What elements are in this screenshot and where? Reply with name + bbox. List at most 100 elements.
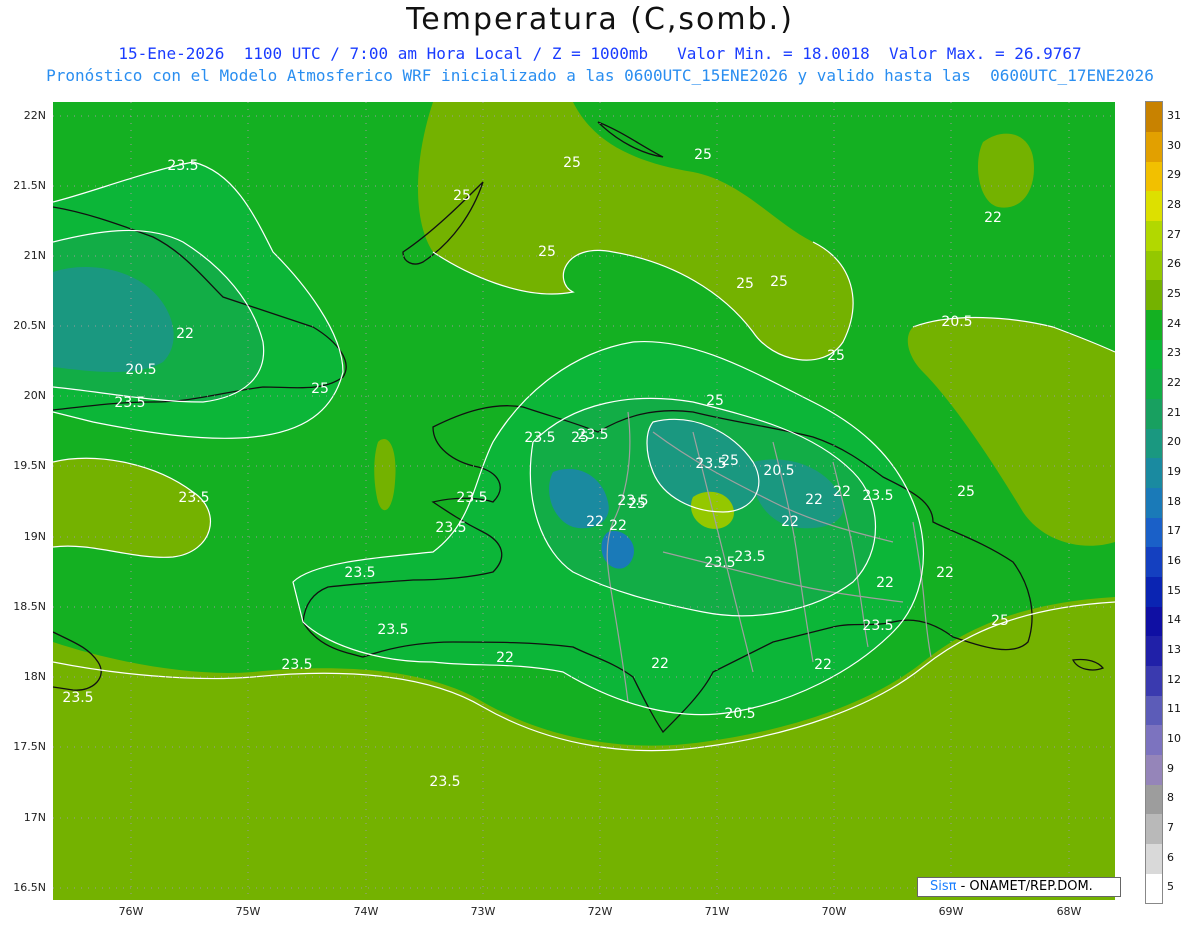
colorbar-cell xyxy=(1146,843,1162,874)
latitude-label: 17.5N xyxy=(13,740,46,753)
colorbar-level-label: 25 xyxy=(1167,286,1181,300)
contour-label: 25 xyxy=(571,430,589,446)
latitude-label: 18N xyxy=(23,670,46,683)
colorbar-level-label: 8 xyxy=(1167,791,1174,805)
latitude-label: 20.5N xyxy=(13,319,46,332)
contour-label: 23.5 xyxy=(704,555,735,571)
colorbar-level-label: 16 xyxy=(1167,553,1181,567)
longitude-label: 71W xyxy=(704,905,730,918)
colorbar-cell xyxy=(1146,369,1162,400)
longitude-label: 74W xyxy=(353,905,379,918)
contour-label: 23.5 xyxy=(862,618,893,634)
contour-label: 25 xyxy=(538,244,556,260)
colorbar-cell xyxy=(1146,339,1162,370)
contour-label: 22 xyxy=(586,514,604,530)
field-25-turks xyxy=(978,133,1034,208)
contour-label: 22 xyxy=(609,518,627,534)
longitude-label: 69W xyxy=(938,905,964,918)
latitude-label: 21N xyxy=(23,249,46,262)
longitude-label: 68W xyxy=(1056,905,1082,918)
colorbar-level-label: 5 xyxy=(1167,880,1174,894)
contour-label: 20.5 xyxy=(125,362,156,378)
credit-text: - ONAMET/REP.DOM. xyxy=(956,879,1093,894)
contour-label: 22 xyxy=(651,656,669,672)
contour-label: 25 xyxy=(628,496,646,512)
latitude-label: 18.5N xyxy=(13,600,46,613)
contour-label: 25 xyxy=(770,274,788,290)
colorbar-level-label: 7 xyxy=(1167,820,1174,834)
temperature-map: 23.5 2520.52223.52525252525 25252220.523.5… xyxy=(53,102,1115,900)
colorbar-level-label: 10 xyxy=(1167,731,1181,745)
contour-label: 23.5 xyxy=(377,622,408,638)
colorbar-cell xyxy=(1146,161,1162,192)
credit-brand: Sisπ xyxy=(930,879,957,894)
longitude-label: 72W xyxy=(587,905,613,918)
colorbar-cell xyxy=(1146,309,1162,340)
contour-label: 22 xyxy=(984,210,1002,226)
colorbar-level-label: 12 xyxy=(1167,672,1181,686)
contour-label: 25 xyxy=(736,276,754,292)
colorbar-cell xyxy=(1146,220,1162,251)
colorbar-level-label: 27 xyxy=(1167,227,1181,241)
contour-label: 25 xyxy=(694,147,712,163)
colorbar-level-label: 30 xyxy=(1167,138,1181,152)
colorbar-level-label: 19 xyxy=(1167,464,1181,478)
colorbar-cell xyxy=(1146,428,1162,459)
subtitle-valid-time: 15-Ene-2026 1100 UTC / 7:00 am Hora Loca… xyxy=(118,44,1082,63)
colorbar-level-label: 18 xyxy=(1167,494,1181,508)
colorbar-cell xyxy=(1146,250,1162,281)
contour-label: 23.5 xyxy=(435,520,466,536)
contour-label: 22 xyxy=(833,484,851,500)
colorbar-cell xyxy=(1146,458,1162,489)
colorbar-cell xyxy=(1146,576,1162,607)
map-title: Temperatura (C,somb.) xyxy=(406,2,794,37)
longitude-label: 70W xyxy=(821,905,847,918)
contour-label: 25 xyxy=(311,381,329,397)
colorbar-level-label: 22 xyxy=(1167,375,1181,389)
contour-label: 20.5 xyxy=(763,463,794,479)
colorbar-cell xyxy=(1146,754,1162,785)
colorbar-level-label: 23 xyxy=(1167,346,1181,360)
contour-label: 23.5 xyxy=(281,657,312,673)
contour-label: 25 xyxy=(563,155,581,171)
colorbar-cell xyxy=(1146,131,1162,162)
latitude-label: 16.5N xyxy=(13,881,46,894)
colorbar-level-label: 28 xyxy=(1167,197,1181,211)
colorbar-cell xyxy=(1146,547,1162,578)
contour-label: 25 xyxy=(721,453,739,469)
contour-label: 23.5 xyxy=(862,488,893,504)
colorbar-level-label: 26 xyxy=(1167,257,1181,271)
colorbar-cell xyxy=(1146,873,1162,904)
contour-label: 25 xyxy=(991,613,1009,629)
contour-label: 23.5 xyxy=(178,490,209,506)
latitude-label: 19.5N xyxy=(13,459,46,472)
contour-label: 23.5 xyxy=(734,549,765,565)
colorbar-level-label: 21 xyxy=(1167,405,1181,419)
colorbar-cell xyxy=(1146,814,1162,845)
colorbar-level-label: 11 xyxy=(1167,702,1181,716)
colorbar-cell xyxy=(1146,695,1162,726)
colorbar-level-label: 20 xyxy=(1167,435,1181,449)
contour-label: 25 xyxy=(827,348,845,364)
longitude-label: 76W xyxy=(118,905,144,918)
contour-label: 23.5 xyxy=(456,490,487,506)
contour-label: 22 xyxy=(876,575,894,591)
colorbar-cell xyxy=(1146,665,1162,696)
contour-label: 25 xyxy=(706,393,724,409)
contour-label: 22 xyxy=(176,326,194,342)
contour-label: 22 xyxy=(496,650,514,666)
contour-label: 23.5 xyxy=(344,565,375,581)
contour-label: 22 xyxy=(936,565,954,581)
contour-label: 25 xyxy=(957,484,975,500)
colorbar-cell xyxy=(1146,398,1162,429)
latitude-label: 19N xyxy=(23,530,46,543)
contour-label: 22 xyxy=(781,514,799,530)
contour-label: 22 xyxy=(805,492,823,508)
colorbar-level-label: 17 xyxy=(1167,524,1181,538)
latitude-label: 21.5N xyxy=(13,179,46,192)
colorbar xyxy=(1145,101,1163,904)
colorbar-cell xyxy=(1146,191,1162,222)
longitude-label: 75W xyxy=(235,905,261,918)
latitude-label: 17N xyxy=(23,811,46,824)
contour-label: 23.5 xyxy=(62,690,93,706)
